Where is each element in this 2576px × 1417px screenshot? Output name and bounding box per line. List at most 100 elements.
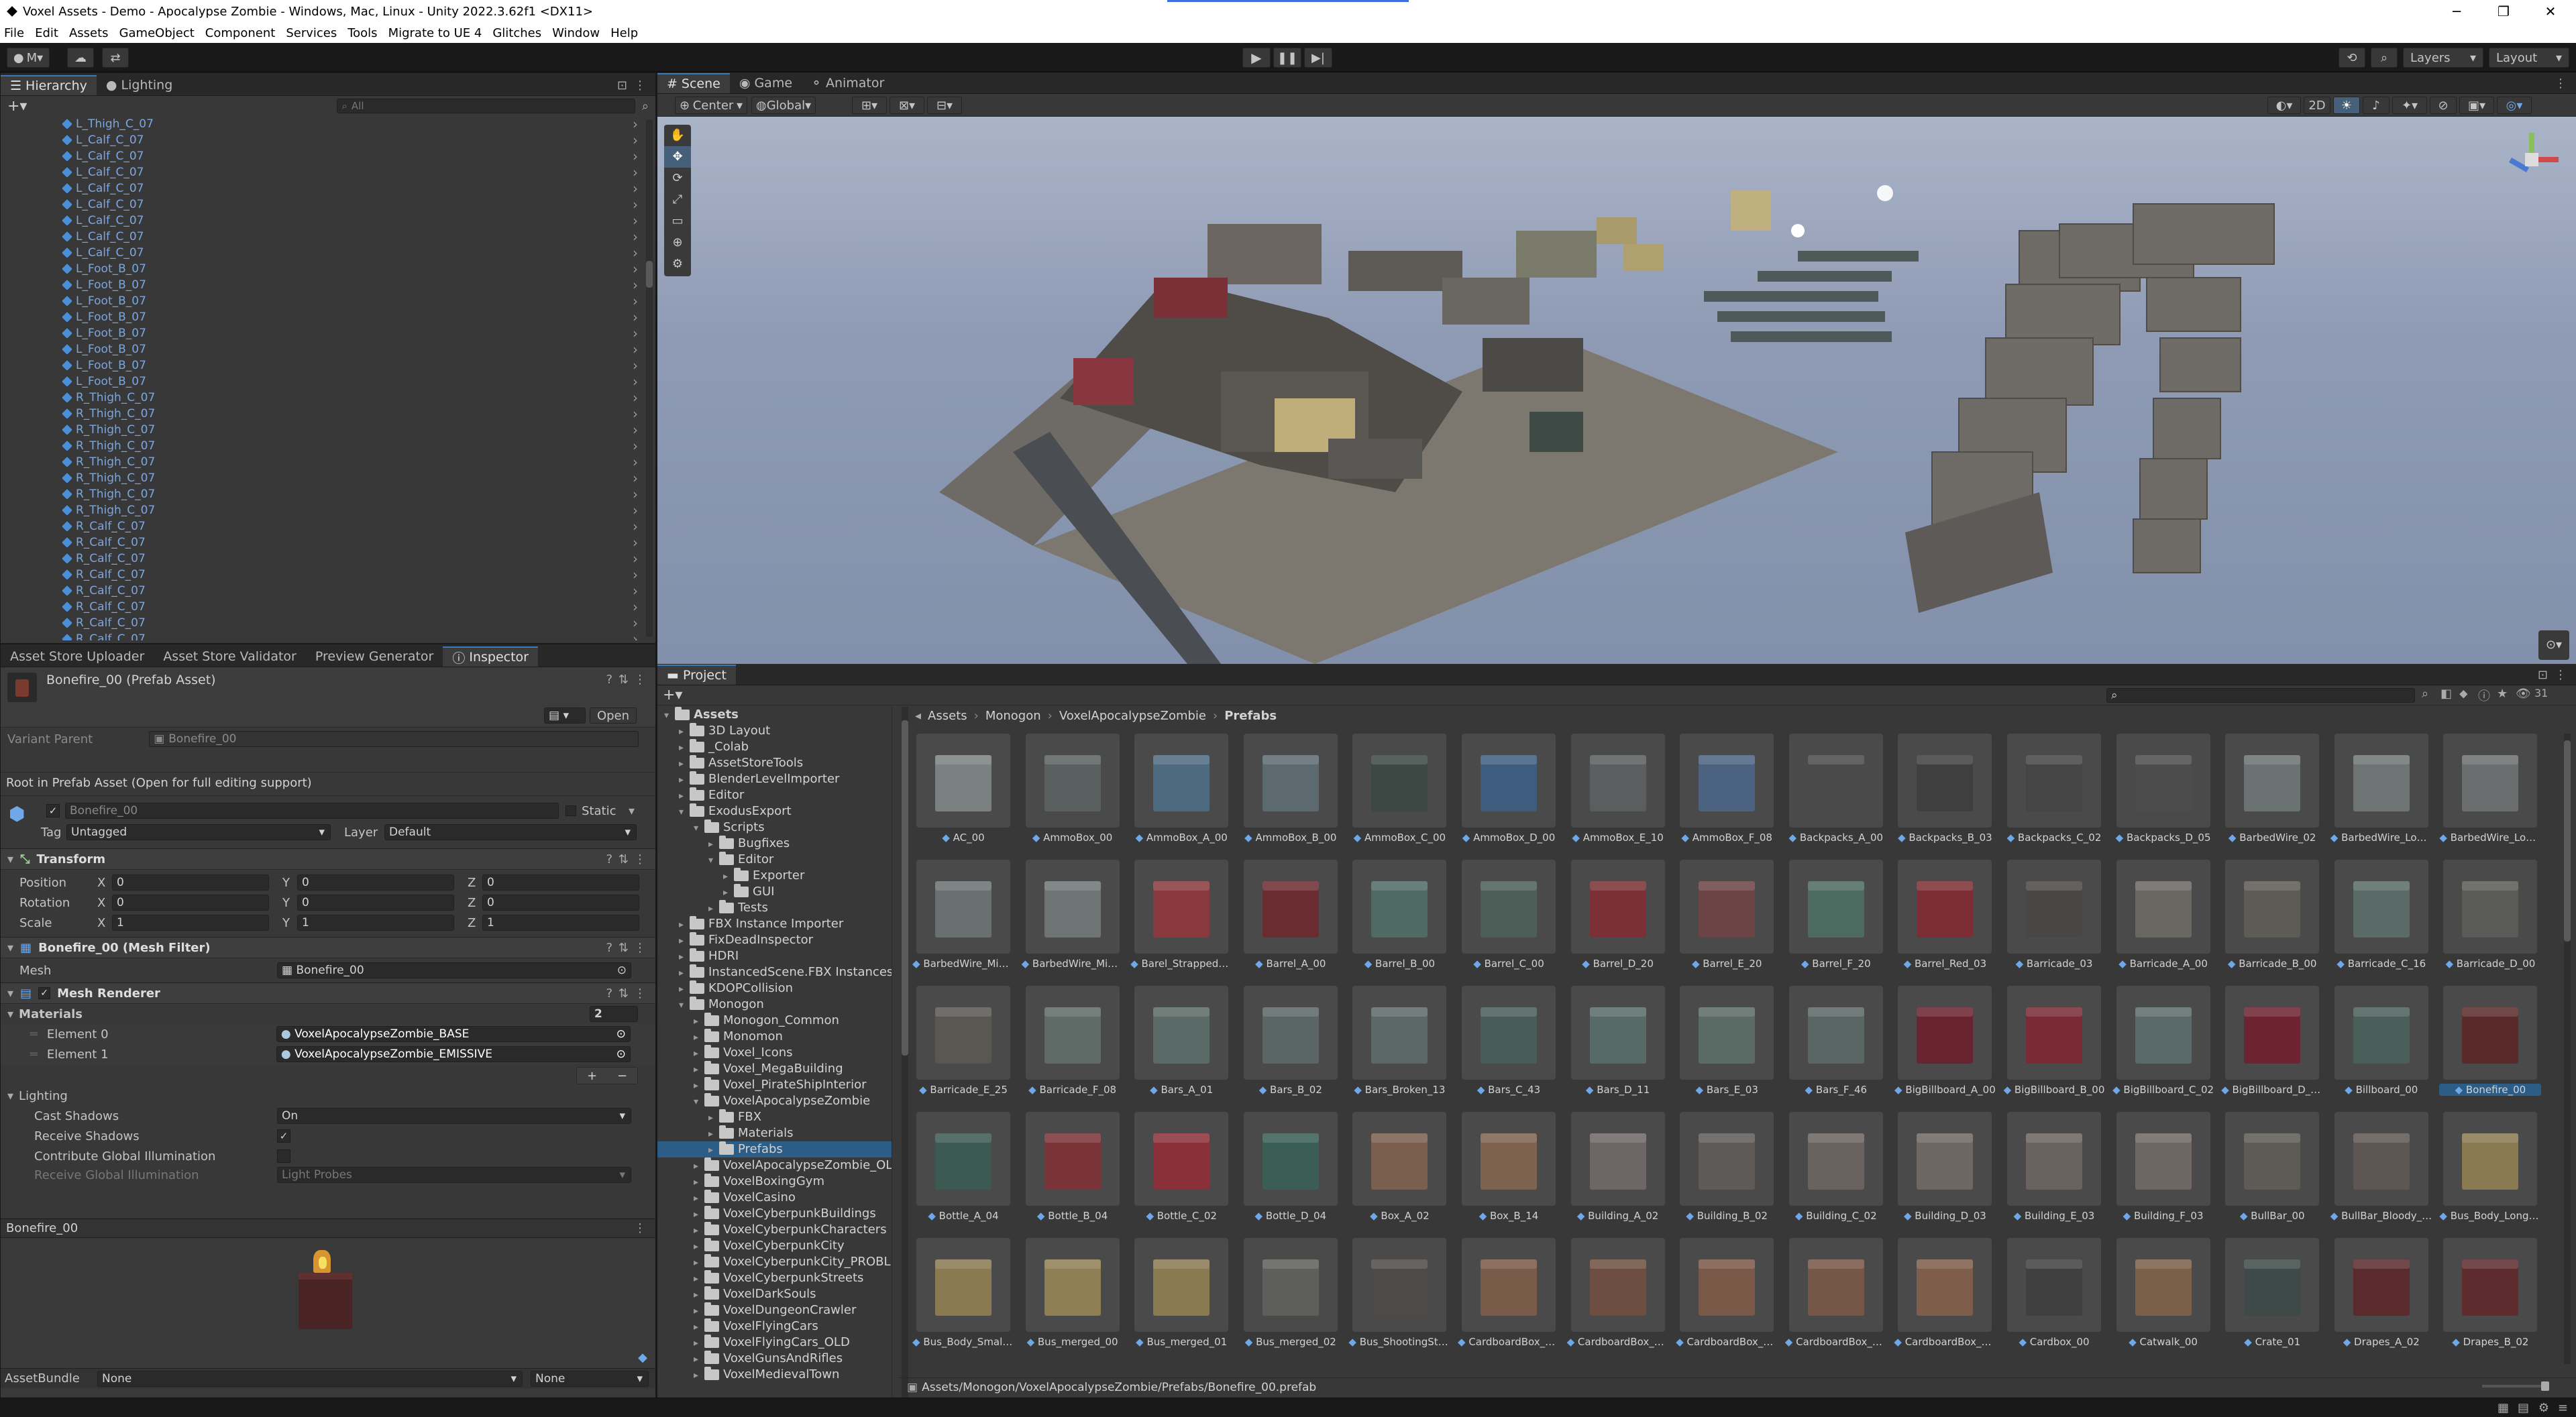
asset-tile[interactable]: ◆ AmmoBox_00 xyxy=(1022,734,1122,854)
rotation-y-field[interactable]: 0 xyxy=(297,895,454,911)
snap-increment-button[interactable]: ⊠▾ xyxy=(890,97,924,114)
asset-tile[interactable]: ◆ Building_A_02 xyxy=(1567,1112,1668,1233)
hierarchy-item[interactable]: R_Thigh_C_07 xyxy=(1,486,645,502)
project-tree-item[interactable]: ▸ VoxelCyberpunkCharacters xyxy=(657,1222,892,1238)
more-icon[interactable]: ⋮ xyxy=(2555,76,2567,91)
scale-x-field[interactable]: 1 xyxy=(112,915,269,931)
drag-handle-icon[interactable]: ═ xyxy=(30,1047,38,1062)
layers-dropdown[interactable]: Layers ▾ xyxy=(2403,48,2483,68)
asset-tile[interactable]: ◆ Bonefire_00 xyxy=(2439,986,2542,1107)
materials-count-field[interactable]: 2 xyxy=(590,1006,638,1022)
asset-tile[interactable]: ◆ AmmoBox_D_00 xyxy=(1458,734,1558,854)
foldout-closed-icon[interactable]: ▸ xyxy=(679,724,690,740)
breadcrumb-item-1[interactable]: Monogon xyxy=(985,709,1041,723)
tag-icon[interactable]: ◆ xyxy=(638,1351,647,1365)
foldout-closed-icon[interactable]: ▸ xyxy=(708,1126,719,1142)
hierarchy-item[interactable]: L_Foot_B_07 xyxy=(1,357,645,374)
zoom-slider[interactable] xyxy=(2482,1381,2549,1391)
search-icon[interactable]: ⌕ xyxy=(2371,48,2398,68)
progress-icon[interactable]: ▦ xyxy=(2498,1401,2509,1415)
asset-tile[interactable]: ◆ BarbedWire_Long... xyxy=(2439,734,2541,854)
project-tree-item[interactable]: ▸ VoxelDarkSouls xyxy=(657,1286,892,1302)
project-tree-item[interactable]: ▾ ExodusExport xyxy=(657,803,892,819)
pause-button[interactable]: ❚❚ xyxy=(1273,48,1301,68)
foldout-open-icon[interactable]: ▾ xyxy=(679,997,690,1013)
hierarchy-item[interactable]: L_Calf_C_07 xyxy=(1,196,645,213)
project-tree-item[interactable]: ▸ FBX Instance Importer xyxy=(657,916,892,932)
tab-inspector[interactable]: ⓘ Inspector xyxy=(443,646,538,667)
hierarchy-item[interactable]: R_Calf_C_07 xyxy=(1,583,645,599)
asset-tile[interactable]: ◆ Bars_F_46 xyxy=(1785,986,1886,1107)
asset-tile[interactable]: ◆ Barrel_F_20 xyxy=(1785,860,1886,980)
project-tree-item[interactable]: ▸ Materials xyxy=(657,1125,892,1141)
foldout-closed-icon[interactable]: ▸ xyxy=(694,1239,704,1255)
asset-tile[interactable]: ◆ CardboardBox_D... xyxy=(1785,1238,1887,1359)
project-tree-item[interactable]: ▸ FBX xyxy=(657,1109,892,1125)
foldout-closed-icon[interactable]: ▸ xyxy=(694,1223,704,1239)
label-icon[interactable]: ⬥ xyxy=(2459,687,2468,701)
foldout-closed-icon[interactable]: ▸ xyxy=(679,756,690,772)
project-tree-item[interactable]: ▸ BlenderLevelImporter xyxy=(657,771,892,787)
foldout-closed-icon[interactable]: ▸ xyxy=(694,1319,704,1335)
project-tree-item[interactable]: ▸ VoxelCyberpunkCity_PROBLEM xyxy=(657,1254,892,1270)
foldout-open-icon[interactable]: ▾ xyxy=(694,820,704,836)
asset-tile[interactable]: ◆ BigBillboard_C_02 xyxy=(2112,986,2214,1107)
history-icon[interactable]: ⟲ xyxy=(2339,48,2365,68)
hierarchy-item[interactable]: R_Thigh_C_07 xyxy=(1,470,645,486)
foldout-closed-icon[interactable]: ▸ xyxy=(708,836,719,852)
breadcrumb-item-2[interactable]: VoxelApocalypseZombie xyxy=(1059,709,1206,723)
foldout-open-icon[interactable]: ▾ xyxy=(664,707,675,724)
asset-tile[interactable]: ◆ Building_E_03 xyxy=(2003,1112,2104,1233)
contribute-gi-checkbox[interactable] xyxy=(277,1149,290,1163)
hierarchy-item[interactable]: L_Foot_B_07 xyxy=(1,309,645,325)
favorite-icon[interactable]: ★ xyxy=(2497,687,2508,701)
asset-tile[interactable]: ◆ Bus_merged_01 xyxy=(1130,1238,1231,1359)
project-tree-item[interactable]: ▸ VoxelCasino xyxy=(657,1190,892,1206)
asset-tile[interactable]: ◆ BullBar_Bloody_00 xyxy=(2330,1112,2432,1233)
preset-icon[interactable]: ⇅ xyxy=(619,852,629,866)
asset-tile[interactable]: ◆ Catwalk_00 xyxy=(2112,1238,2213,1359)
asset-tile[interactable]: ◆ Bottle_B_04 xyxy=(1022,1112,1122,1233)
asset-tile[interactable]: ◆ Barricade_A_00 xyxy=(2112,860,2213,980)
hierarchy-item[interactable]: L_Foot_B_07 xyxy=(1,261,645,277)
hierarchy-item[interactable]: L_Calf_C_07 xyxy=(1,148,645,164)
more-icon[interactable]: ⋮ xyxy=(634,941,646,955)
asset-tile[interactable]: ◆ BarbedWire_02 xyxy=(2221,734,2322,854)
project-tree-item[interactable]: ▸ VoxelBoxingGym xyxy=(657,1174,892,1190)
menu-file[interactable]: File xyxy=(4,26,24,40)
foldout-closed-icon[interactable]: ▸ xyxy=(708,1110,719,1126)
asset-tile[interactable]: ◆ AC_00 xyxy=(912,734,1013,854)
asset-tile[interactable]: ◆ Barrel_E_20 xyxy=(1676,860,1776,980)
asset-tile[interactable]: ◆ Building_C_02 xyxy=(1785,1112,1886,1233)
project-tree-item[interactable]: ▸ _Colab xyxy=(657,739,892,755)
asset-tile[interactable]: ◆ Bars_C_43 xyxy=(1458,986,1558,1107)
hierarchy-item[interactable]: R_Thigh_C_07 xyxy=(1,454,645,470)
console-icon[interactable]: ▤ xyxy=(2518,1401,2529,1415)
shading-mode-button[interactable]: ◐▾ xyxy=(2267,97,2301,114)
foldout-closed-icon[interactable]: ▸ xyxy=(694,1255,704,1271)
foldout-closed-icon[interactable]: ▸ xyxy=(694,1190,704,1206)
foldout-closed-icon[interactable]: ▸ xyxy=(694,1367,704,1383)
foldout-open-icon[interactable]: ▾ xyxy=(694,1094,704,1110)
preset-icon[interactable]: ⇅ xyxy=(619,941,629,955)
close-button[interactable]: ✕ xyxy=(2527,0,2574,23)
menu-window[interactable]: Window xyxy=(552,26,600,40)
hierarchy-item[interactable]: L_Calf_C_07 xyxy=(1,180,645,196)
project-tree-item[interactable]: ▸ VoxelCyberpunkCity xyxy=(657,1238,892,1254)
asset-tile[interactable]: ◆ Barricade_03 xyxy=(2003,860,2104,980)
asset-tile[interactable]: ◆ AmmoBox_B_00 xyxy=(1240,734,1340,854)
tab-project[interactable]: ▬ Project xyxy=(657,665,736,685)
hierarchy-item[interactable]: R_Calf_C_07 xyxy=(1,599,645,615)
project-search-input[interactable]: ⌕ xyxy=(2106,688,2415,703)
remove-element-button[interactable]: − xyxy=(617,1069,627,1083)
project-tree-item[interactable]: ▸ Monomon xyxy=(657,1029,892,1045)
menu-edit[interactable]: Edit xyxy=(35,26,58,40)
asset-tile[interactable]: ◆ CardboardBox_E_... xyxy=(1894,1238,1996,1359)
asset-tile[interactable]: ◆ Bus_merged_02 xyxy=(1240,1238,1340,1359)
orientation-gizmo[interactable] xyxy=(2502,130,2563,190)
filter-by-label-icon[interactable]: ◧ xyxy=(2440,687,2452,701)
add-icon[interactable]: +▾ xyxy=(7,98,27,115)
scale-z-field[interactable]: 1 xyxy=(482,915,639,931)
foldout-closed-icon[interactable]: ▸ xyxy=(679,933,690,949)
tag-dropdown[interactable]: Untagged ▾ xyxy=(66,824,331,840)
